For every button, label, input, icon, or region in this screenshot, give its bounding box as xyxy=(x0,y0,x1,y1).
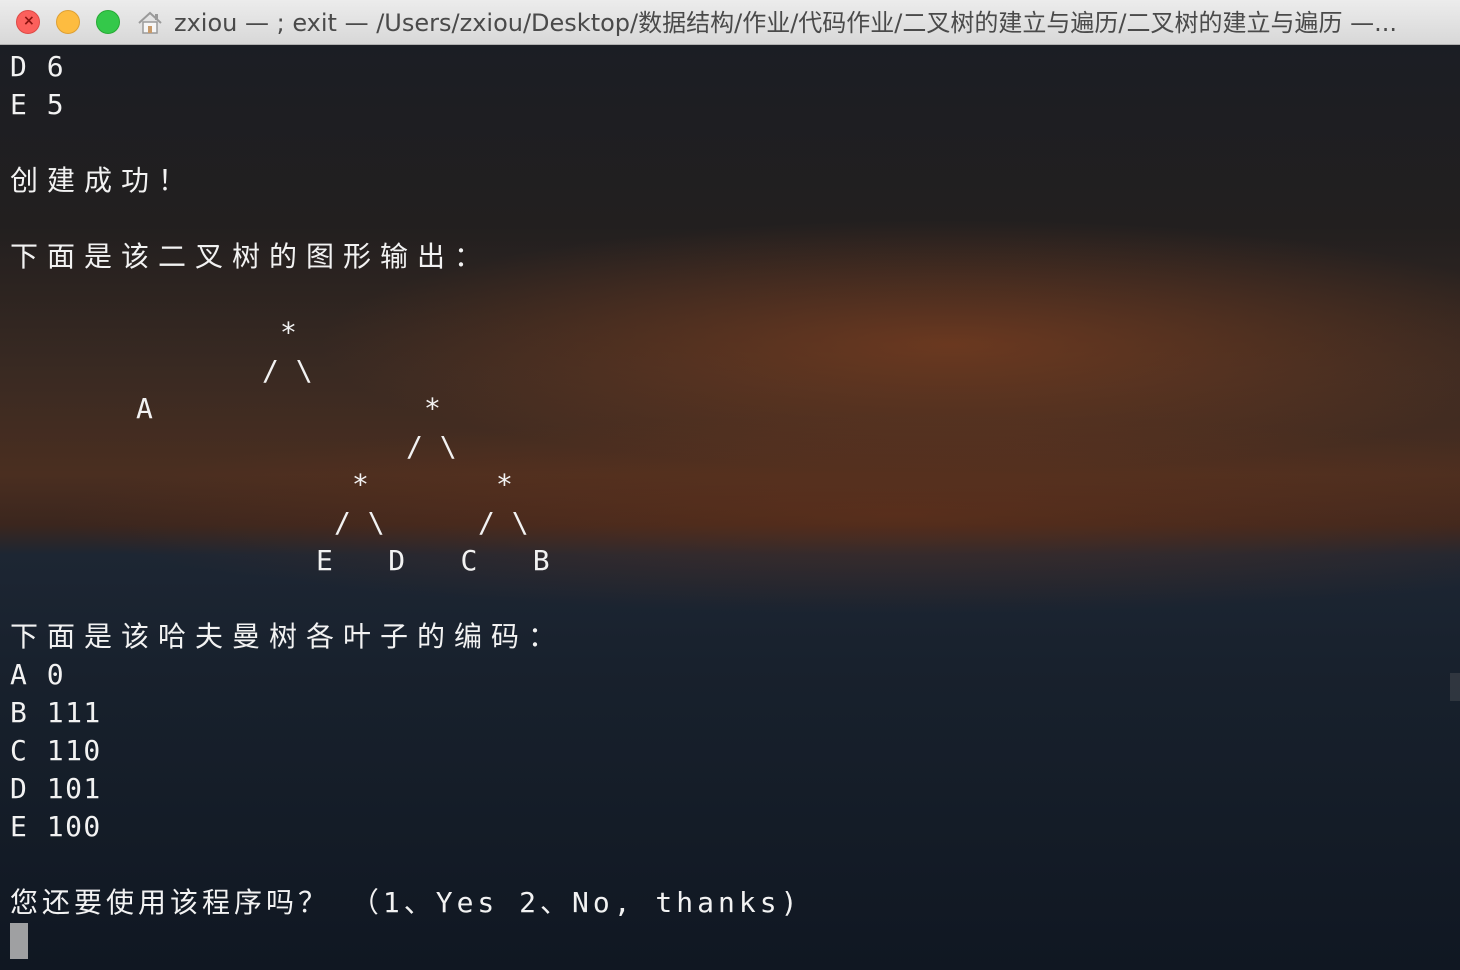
tree-leaf-a: A xyxy=(136,392,153,425)
tree-leaves-row: E D C B xyxy=(316,544,551,577)
tree-node-right: * xyxy=(424,392,441,425)
scrollbar[interactable] xyxy=(1450,673,1460,701)
code-line-c: C 110 xyxy=(10,734,102,767)
title-bar[interactable]: × zxiou — ; exit — /Users/zxiou/Desktop/… xyxy=(0,0,1460,45)
code-line-e: E 100 xyxy=(10,810,102,843)
code-header: 下面是该哈夫曼树各叶子的编码： xyxy=(10,620,566,653)
window-title: zxiou — ; exit — /Users/zxiou/Desktop/数据… xyxy=(174,9,1397,37)
code-line-a: A 0 xyxy=(10,658,66,691)
minimize-button[interactable] xyxy=(56,10,80,34)
code-line-b: B 111 xyxy=(10,696,102,729)
success-message: 创建成功！ xyxy=(10,164,196,197)
tree-left-child-branches: / \ xyxy=(334,506,385,539)
terminal-content[interactable]: D 6 E 5 创建成功！ 下面是该二叉树的图形输出： * / \ A * / … xyxy=(0,45,1460,970)
code-line-d: D 101 xyxy=(10,772,102,805)
close-icon: × xyxy=(23,13,35,29)
tree-root: * xyxy=(280,316,297,349)
maximize-button[interactable] xyxy=(96,10,120,34)
tree-node-left-child: * xyxy=(352,468,369,501)
close-button[interactable]: × xyxy=(16,10,40,34)
tree-node-right-branches: / \ xyxy=(406,430,457,463)
input-line-d: D 6 xyxy=(10,50,66,83)
tree-root-branches: / \ xyxy=(262,354,313,387)
text-cursor xyxy=(10,923,28,959)
tree-node-right-child: * xyxy=(496,468,513,501)
continue-prompt: 您还要使用该程序吗？ （1、Yes 2、No, thanks) xyxy=(10,886,802,919)
input-line-e: E 5 xyxy=(10,88,66,121)
terminal-window: × zxiou — ; exit — /Users/zxiou/Desktop/… xyxy=(0,0,1460,970)
tree-right-child-branches: / \ xyxy=(478,506,529,539)
home-icon xyxy=(138,11,162,34)
graph-header: 下面是该二叉树的图形输出： xyxy=(10,240,492,273)
